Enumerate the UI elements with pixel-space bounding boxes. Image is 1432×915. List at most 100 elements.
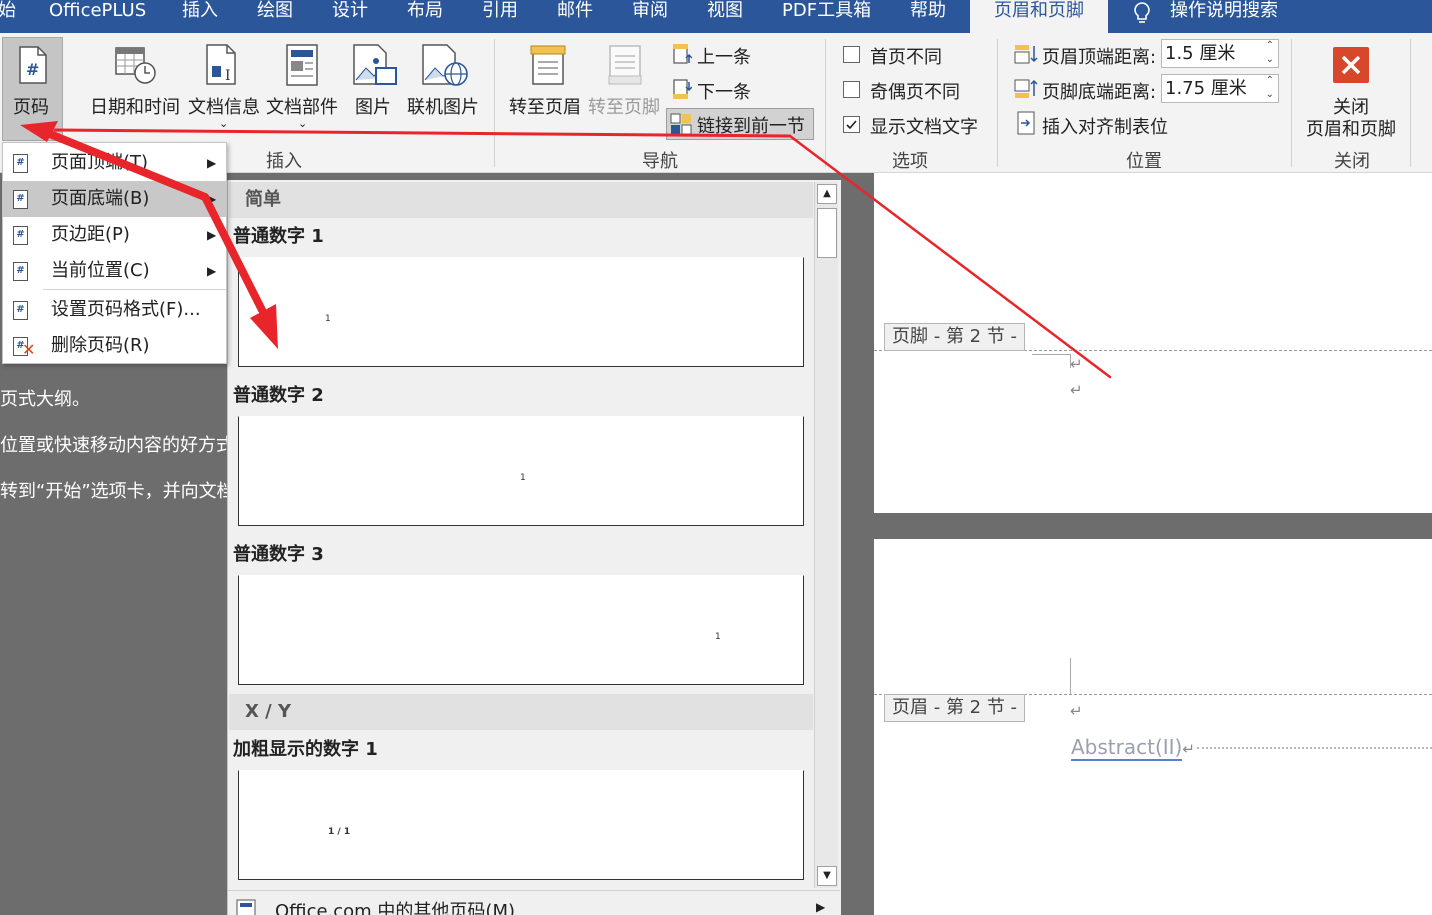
document-icon [236,899,256,915]
menu-item-bottom-of-page[interactable]: # 页面底端(B) ▶ [3,181,226,217]
gallery-item-title: 普通数字 2 [233,385,324,406]
close-group-label: 关闭 [1334,151,1370,172]
date-time-button[interactable]: 日期和时间 [90,93,180,119]
tab-10[interactable]: PDF工具箱 [782,0,871,33]
page-number-sample: 1 [325,314,331,324]
gallery-item-bold-number-1[interactable]: 1 / 1 [238,770,804,880]
tab-5[interactable]: 布局 [407,0,443,33]
svg-text:I: I [225,68,231,84]
next-button[interactable]: 下一条 [697,78,751,104]
tab-3[interactable]: 绘图 [257,0,293,33]
chevron-right-icon: ▶ [207,228,217,242]
page-number-icon: # [13,154,28,173]
page-number-label: 页码 [13,97,49,118]
position-group-label: 位置 [1126,151,1162,172]
scrollbar-thumb[interactable] [817,208,837,258]
link-to-previous-button[interactable]: 链接到前一节 [666,108,814,140]
menu-item-remove-page-numbers[interactable]: # ✕ 删除页码(R) [3,328,226,364]
tab-1[interactable]: OfficePLUS [49,0,146,33]
menu-item-label: 页面顶端(T) [51,152,149,173]
menu-separator [43,289,226,290]
header-corner-mark [1070,658,1071,694]
chevron-right-icon: ▶ [207,264,217,278]
tab-11[interactable]: 帮助 [910,0,946,33]
tab-4[interactable]: 设计 [332,0,368,33]
tell-me-search[interactable]: 操作说明搜索 [1170,0,1278,33]
footer-section-label: 页脚 - 第 2 节 - [884,323,1025,351]
tab-7[interactable]: 邮件 [557,0,593,33]
tab-leader-dots [1197,747,1432,749]
doc-text-line: 位置或快速移动内容的好方式。 [0,435,252,456]
previous-button[interactable]: 上一条 [697,43,751,69]
different-odd-even-checkbox[interactable] [843,81,860,98]
goto-footer-button[interactable]: 转至页脚 [588,93,660,119]
different-odd-even-label: 奇偶页不同 [870,82,960,103]
red-x-icon: ✕ [22,340,36,359]
goto-header-icon [530,45,566,85]
menu-item-format-page-numbers[interactable]: # 设置页码格式(F)... [3,292,226,328]
page-number-menu: # 页面顶端(T) ▶ # 页面底端(B) ▶ # 页边距(P) ▶ # 当前位… [2,142,227,364]
link-previous-icon [670,113,692,135]
picture-button[interactable]: 图片 [355,93,391,119]
goto-header-button[interactable]: 转至页眉 [509,93,581,119]
chevron-down-icon: ⌄ [298,117,308,130]
header-top-icon [1014,45,1038,64]
gallery-item-title: 加粗显示的数字 1 [233,739,378,760]
online-picture-icon [422,44,468,86]
page-number-icon: # [19,46,47,84]
gallery-item-plain-number-2[interactable]: 1 [238,416,804,526]
menu-item-page-margins[interactable]: # 页边距(P) ▶ [3,217,226,253]
paragraph-mark: ↵ [1070,355,1083,373]
scroll-up-icon[interactable]: ▲ [817,184,837,204]
tab-header-footer[interactable]: 页眉和页脚 [970,0,1108,33]
close-header-footer-button[interactable]: 关闭 页眉和页脚 [1300,39,1404,140]
page-number-sample: 1 [520,473,526,483]
gallery-item-plain-number-3[interactable]: 1 [238,575,804,685]
abstract-heading[interactable]: Abstract(II)↵ [1071,735,1195,761]
tab-0[interactable]: 始 [0,0,16,33]
page-number-sample: 1 [715,632,721,642]
chevron-down-icon: ⌄ [219,117,229,130]
options-group-label: 选项 [892,151,928,172]
page-number-icon: # [13,190,28,209]
menu-item-current-position[interactable]: # 当前位置(C) ▶ [3,253,226,289]
page-number-gallery: 简单 普通数字 1 1 普通数字 2 1 普通数字 3 1 X / Y 加粗显示… [227,180,841,915]
spin-down-icon[interactable]: ⌄ [1266,81,1274,108]
menu-item-label: 删除页码(R) [51,335,150,356]
goto-footer-icon [608,45,642,85]
footer-bottom-spinbox[interactable]: 1.75 厘米 ⌃ ⌄ [1161,74,1279,103]
group-separator [1410,39,1411,167]
document-info-icon: I [206,44,236,85]
menu-item-label: 页面底端(B) [51,188,150,209]
picture-icon [353,44,397,85]
show-document-text-label: 显示文档文字 [870,117,978,138]
header-section-label: 页眉 - 第 2 节 - [884,694,1025,722]
online-picture-button[interactable]: 联机图片 [407,93,479,119]
tab-2[interactable]: 插入 [182,0,218,33]
close-icon [1333,47,1369,83]
header-top-spinbox[interactable]: 1.5 厘米 ⌃ ⌄ [1161,39,1279,68]
tab-6[interactable]: 引用 [482,0,518,33]
chevron-down-icon: ⌄ [28,117,38,130]
different-first-page-checkbox[interactable] [843,46,860,63]
next-icon [673,79,692,99]
doc-text-line: 转到“开始”选项卡，并向文档中 [0,481,253,502]
quick-parts-button[interactable]: 文档部件 [266,93,338,119]
scroll-down-icon[interactable]: ▼ [817,866,837,886]
insert-align-tab-button[interactable]: 插入对齐制表位 [1042,113,1168,139]
page-number-icon: # [13,262,28,281]
gallery-scrollbar[interactable]: ▲ ▼ [814,182,838,888]
more-page-numbers-office-com[interactable]: Office.com 中的其他页码(M) ▶ [228,890,840,915]
show-document-text-checkbox[interactable] [843,116,860,133]
tab-8[interactable]: 审阅 [632,0,668,33]
gallery-section-simple: 简单 [229,182,813,218]
menu-item-label: 设置页码格式(F)... [51,299,201,320]
ribbon-tab-bar: 始 OfficePLUS 插入 绘图 设计 布局 引用 邮件 审阅 视图 PDF工具箱 帮助 页眉和页… [0,0,1432,33]
document-info-button[interactable]: 文档信息 [188,93,260,119]
document-page-lower [874,539,1432,915]
gallery-item-title: 普通数字 1 [233,226,324,247]
gallery-item-title: 普通数字 3 [233,544,324,565]
tab-9[interactable]: 视图 [707,0,743,33]
menu-item-top-of-page[interactable]: # 页面顶端(T) ▶ [3,145,226,181]
gallery-item-plain-number-1[interactable]: 1 [238,257,804,367]
